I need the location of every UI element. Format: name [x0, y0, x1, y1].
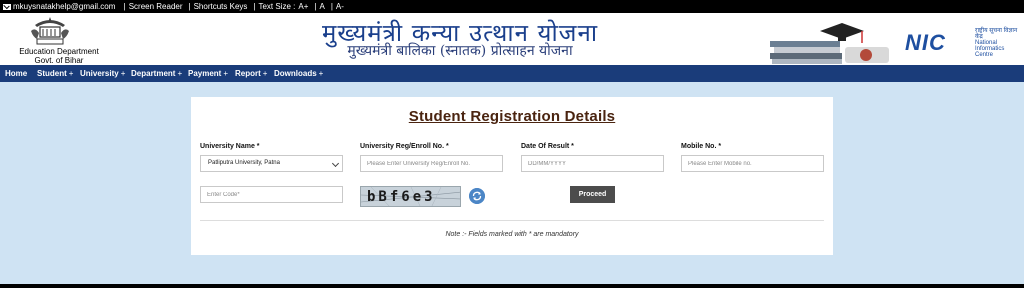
nav-department[interactable]: Department +	[131, 65, 182, 82]
graduation-books-icon	[770, 23, 889, 64]
expand-icon: +	[177, 69, 183, 78]
department-govt: Govt. of Bihar	[34, 56, 84, 65]
separator: |	[330, 2, 333, 11]
mobile-input[interactable]	[681, 155, 824, 172]
result-date-label: Date Of Result *	[521, 143, 574, 150]
captcha-code-input[interactable]	[200, 186, 343, 203]
nic-caption: राष्ट्रीय सूचना विज्ञान केंद्र National …	[975, 28, 1024, 58]
separator: |	[314, 2, 317, 11]
department-name: Education Department	[19, 47, 99, 56]
main-nav: Home Student + University + Department + Pa…	[0, 65, 1024, 82]
university-select[interactable]: Patliputra University, Patna	[200, 155, 343, 172]
nav-student[interactable]: Student +	[37, 65, 73, 82]
nav-label: Report	[235, 69, 261, 78]
text-size-increase[interactable]: A+	[298, 2, 308, 11]
scheme-subtitle: मुख्यमंत्री बालिका (स्नातक) प्रोत्साहन य…	[347, 43, 573, 59]
separator: |	[123, 2, 126, 11]
site-header: Education Department Govt. of Bihar मुख्…	[0, 13, 1024, 65]
expand-icon: +	[120, 69, 126, 78]
expand-icon: +	[68, 69, 74, 78]
nic-english: National Informatics Centre	[975, 40, 1005, 58]
captcha-text: bBf6e3	[367, 189, 436, 205]
mandatory-note: Note :- Fields marked with * are mandato…	[445, 231, 579, 238]
expand-icon: +	[223, 69, 229, 78]
proceed-button[interactable]: Proceed	[570, 186, 615, 203]
text-size-label: Text Size :	[258, 2, 296, 11]
nav-downloads[interactable]: Downloads +	[274, 65, 323, 82]
nav-label: Department	[131, 69, 176, 78]
top-utility-bar: mkuysnatakhelp@gmail.com | Screen Reader |…	[0, 0, 1024, 13]
nav-label: Payment	[188, 69, 222, 78]
nav-label: University	[80, 69, 119, 78]
university-label: University Name *	[200, 143, 260, 150]
form-title: Student Registration Details	[408, 108, 616, 125]
contact-email[interactable]: mkuysnatakhelp@gmail.com	[13, 2, 115, 11]
separator: |	[188, 2, 191, 11]
separator: |	[253, 2, 256, 11]
university-selected-value: Patliputra University, Patna	[208, 160, 280, 166]
registration-card: Student Registration Details University …	[191, 97, 833, 255]
nav-label: Student	[37, 69, 67, 78]
text-size-normal[interactable]: A	[319, 2, 324, 11]
captcha-image: bBf6e3	[360, 186, 461, 207]
mobile-label: Mobile No. *	[681, 143, 722, 150]
expand-icon: +	[262, 69, 268, 78]
mail-icon	[3, 4, 11, 10]
divider	[200, 220, 824, 221]
bihar-emblem-icon	[31, 17, 69, 45]
nav-home[interactable]: Home	[5, 65, 27, 82]
nic-logo: NIC	[905, 30, 946, 55]
nav-label: Downloads	[274, 69, 317, 78]
nav-label: Home	[5, 69, 28, 78]
shortcuts-link[interactable]: Shortcuts Keys	[194, 2, 248, 11]
result-date-input[interactable]	[521, 155, 664, 172]
chevron-down-icon	[331, 159, 340, 168]
screen-reader-link[interactable]: Screen Reader	[129, 2, 183, 11]
expand-icon: +	[318, 69, 324, 78]
nav-payment[interactable]: Payment +	[188, 65, 228, 82]
bottom-bar	[0, 284, 1024, 288]
refresh-captcha-icon[interactable]	[469, 188, 485, 204]
reg-label: University Reg/Enroll No. *	[360, 143, 449, 150]
nav-university[interactable]: University +	[80, 65, 125, 82]
reg-enroll-input[interactable]	[360, 155, 503, 172]
nic-hindi: राष्ट्रीय सूचना विज्ञान केंद्र	[975, 28, 1018, 40]
nav-report[interactable]: Report +	[235, 65, 267, 82]
text-size-decrease[interactable]: A-	[336, 2, 344, 11]
